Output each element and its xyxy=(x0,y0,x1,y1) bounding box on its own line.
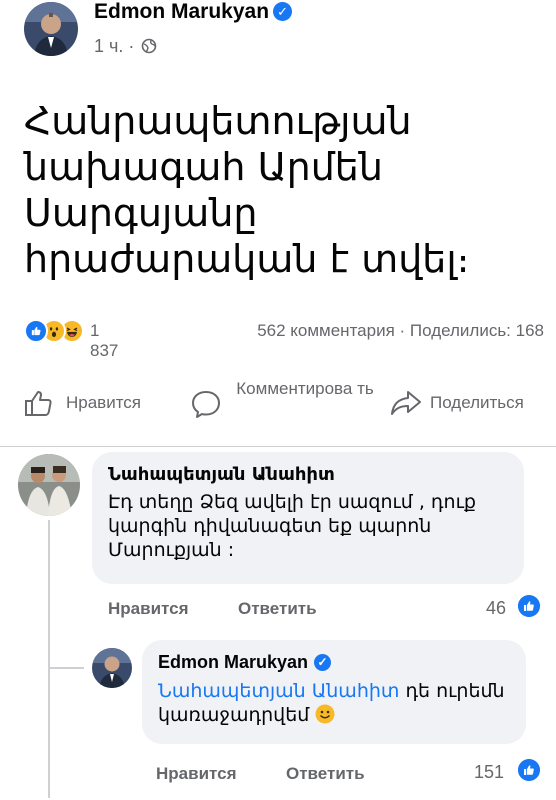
like-button[interactable]: Нравится xyxy=(24,376,164,426)
comment-author[interactable]: Նահապետյան Անահիտ xyxy=(108,464,508,485)
thumbs-up-icon xyxy=(25,391,52,416)
author-avatar[interactable] xyxy=(24,2,78,56)
reply-text: Նահապետյան Անահիտ դե ուրեմն կառաջադրվեմ xyxy=(158,679,510,727)
meta-separator: · xyxy=(128,36,135,56)
comment-text: Էդ տեղը Ձեզ ավելի էր սազում , դուք կարգի… xyxy=(108,491,476,561)
share-button[interactable]: Поделиться xyxy=(390,376,550,426)
thread-line-vertical xyxy=(48,520,50,668)
comment-bubble[interactable]: Նահապետյան Անահիտ Էդ տեղը Ձեզ ավելի էր ս… xyxy=(92,452,524,584)
like-badge-icon xyxy=(518,595,540,617)
comment-like-link[interactable]: Нравится xyxy=(108,599,189,619)
reply-author-avatar[interactable] xyxy=(92,648,132,688)
reply-author[interactable]: Edmon Marukyan ✓ xyxy=(158,652,510,673)
reply-reply-link[interactable]: Ответить xyxy=(286,764,365,784)
post-action-bar: Нравится Комментирова ть Поделиться xyxy=(24,376,544,426)
post-meta: 1 ч. · xyxy=(94,36,157,57)
reply-actions: Нравится Ответить xyxy=(156,764,456,786)
divider xyxy=(0,446,556,447)
comment-bubble-icon xyxy=(192,391,220,418)
share-button-label: Поделиться xyxy=(430,393,524,412)
like-badge-icon xyxy=(518,759,540,781)
comment-reply-link[interactable]: Ответить xyxy=(238,599,317,619)
smile-emoji-icon xyxy=(315,704,335,724)
post-header: Edmon Marukyan ✓ 1 ч. · xyxy=(24,0,544,70)
like-reaction-icon xyxy=(24,319,48,343)
author-name[interactable]: Edmon Marukyan ✓ xyxy=(94,0,293,24)
reply-bubble[interactable]: Edmon Marukyan ✓ Նահապետյան Անահիտ դե ուր… xyxy=(142,640,526,744)
comment-button-label: Комментирова ть xyxy=(236,379,374,398)
thread-line-horizontal xyxy=(48,667,84,669)
verified-badge-icon: ✓ xyxy=(273,2,293,21)
comment-actions: Нравится Ответить xyxy=(108,599,408,621)
reply-author-name[interactable]: Edmon Marukyan xyxy=(158,652,308,672)
reply-mention-link[interactable]: Նահապետյան Անահիտ xyxy=(158,680,399,702)
commenter-avatar[interactable] xyxy=(18,454,80,516)
comments-shares-count[interactable]: 562 комментария · Поделились: 168 xyxy=(257,321,544,341)
reactions-count[interactable]: 1 837 xyxy=(90,321,118,361)
like-button-label: Нравится xyxy=(66,393,142,412)
post-stats: 1 837 562 комментария · Поделились: 168 xyxy=(24,318,544,360)
verified-badge-icon: ✓ xyxy=(314,654,332,671)
comment-like-count[interactable]: 46 xyxy=(486,598,506,619)
reply-like-count[interactable]: 151 xyxy=(474,762,504,783)
post-text: Հանրապետության նախագահ Արմեն Սարգսյանը հ… xyxy=(24,99,470,281)
globe-icon xyxy=(142,38,157,54)
reply-like-link[interactable]: Нравится xyxy=(156,764,237,784)
author-name-text[interactable]: Edmon Marukyan xyxy=(94,0,269,23)
share-arrow-icon xyxy=(391,391,421,415)
post-time[interactable]: 1 ч. xyxy=(94,36,123,56)
comment-button[interactable]: Комментирова ть xyxy=(190,376,390,426)
